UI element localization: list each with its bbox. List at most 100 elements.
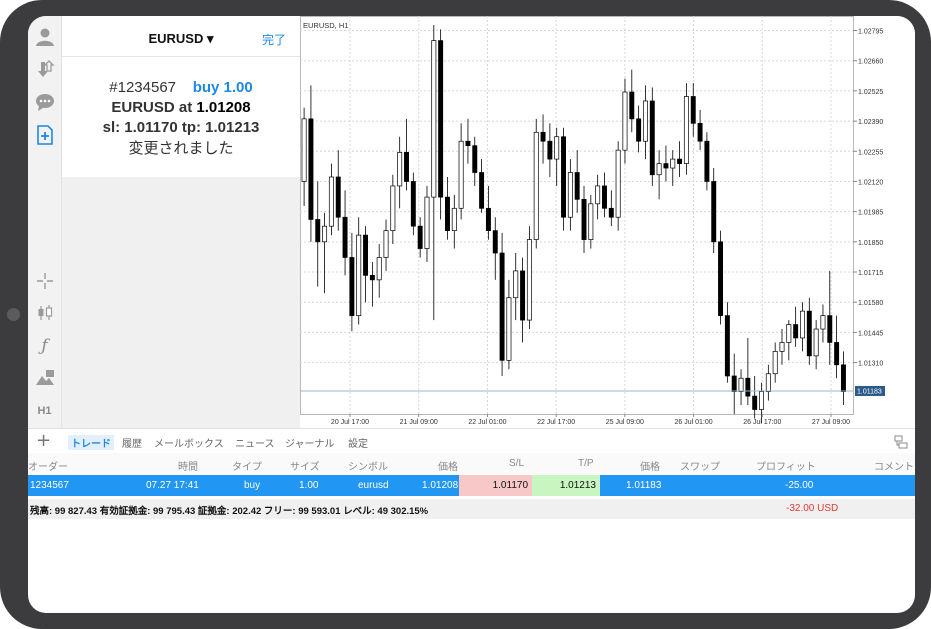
col-tp[interactable]: T/P bbox=[578, 458, 594, 469]
cell-sl: 1.01170 bbox=[459, 475, 532, 496]
candle-body bbox=[308, 118, 314, 220]
candle-body bbox=[683, 96, 689, 164]
candle-body bbox=[431, 40, 437, 198]
tab-history[interactable]: 履歴 bbox=[122, 435, 142, 450]
candle-body bbox=[595, 185, 601, 205]
account-icon[interactable] bbox=[32, 24, 57, 49]
sl-tp-line: sl: 1.01170 tp: 1.01213 bbox=[102, 119, 260, 136]
candle-body bbox=[636, 118, 642, 142]
x-tick-label: 20 Jul 17:00 bbox=[331, 419, 369, 426]
col-size[interactable]: サイズ bbox=[290, 458, 320, 473]
candle-body bbox=[840, 364, 846, 392]
done-button[interactable]: 完了 bbox=[262, 31, 286, 48]
candle-body bbox=[492, 230, 498, 254]
tablet-frame: ƒ H1 EURUSD ▾ 完了 #1234567 buy 1.00 EURUS… bbox=[0, 0, 931, 629]
candle-body bbox=[526, 239, 532, 321]
candle-body bbox=[677, 158, 683, 164]
col-comment[interactable]: コメント bbox=[874, 458, 914, 473]
candle-body bbox=[588, 203, 594, 240]
col-sl[interactable]: S/L bbox=[509, 458, 524, 469]
price-prefix: EURUSD at bbox=[111, 99, 193, 116]
candle-body bbox=[772, 351, 778, 375]
candle-body bbox=[465, 140, 471, 147]
tab-news[interactable]: ニュース bbox=[235, 435, 275, 450]
y-tick-label: 1.01715 bbox=[858, 270, 883, 277]
col-price[interactable]: 価格 bbox=[438, 458, 458, 473]
cell-size: 1.00 bbox=[299, 480, 319, 491]
current-price-label: 1.01183 bbox=[857, 388, 882, 395]
candle-body bbox=[451, 207, 457, 232]
cell-type: buy bbox=[244, 480, 261, 491]
candle-body bbox=[622, 91, 628, 151]
candle-body bbox=[404, 152, 409, 182]
candle-body bbox=[711, 181, 717, 243]
col-time[interactable]: 時間 bbox=[178, 458, 198, 473]
candle-body bbox=[786, 324, 792, 343]
candle-body bbox=[547, 140, 553, 160]
col-swap[interactable]: スワップ bbox=[680, 458, 720, 473]
cell-profit: -25.00 bbox=[785, 480, 814, 491]
trade-arrows-icon[interactable] bbox=[32, 56, 57, 81]
candle-body bbox=[554, 136, 560, 160]
terminal-tabs: + トレード 履歴 メールボックス ニュース ジャーナル 設定 bbox=[28, 428, 915, 453]
tablet-camera bbox=[7, 308, 20, 321]
candle-body bbox=[445, 196, 450, 232]
account-summary: 残高: 99 827.43 有効証拠金: 99 795.43 証拠金: 202.… bbox=[28, 499, 915, 519]
cell-time: 07.27 17:41 bbox=[146, 480, 199, 491]
candle-body bbox=[656, 163, 662, 176]
candle-body bbox=[820, 315, 826, 330]
y-tick-label: 1.02795 bbox=[858, 29, 883, 36]
x-tick-label: 21 Jul 09:00 bbox=[400, 419, 438, 426]
timeframe-button[interactable]: H1 bbox=[32, 398, 57, 423]
x-tick-label: 25 Jul 09:00 bbox=[606, 419, 644, 426]
y-tick-label: 1.02255 bbox=[858, 149, 883, 156]
col-type[interactable]: タイプ bbox=[232, 458, 262, 473]
new-order-icon[interactable] bbox=[32, 122, 57, 147]
col-profit[interactable]: プロフィット bbox=[756, 458, 816, 473]
x-tick-label: 22 Jul 17:00 bbox=[537, 419, 575, 426]
indicators-icon[interactable]: ƒ bbox=[32, 333, 57, 358]
candle-body bbox=[649, 100, 655, 176]
col-order[interactable]: オーダー bbox=[28, 458, 68, 473]
candle-body bbox=[383, 230, 389, 258]
candlestick-icon[interactable] bbox=[32, 300, 57, 325]
price-chart[interactable]: 1.02795 1.02660 1.02525 1.02390 1.02255 1.021… bbox=[300, 16, 915, 428]
candle-body bbox=[779, 342, 785, 352]
order-price-line: EURUSD at 1.01208 bbox=[62, 99, 300, 116]
candle-body bbox=[520, 270, 526, 321]
order-result: EURUSD ▾ 完了 #1234567 buy 1.00 EURUSD at … bbox=[62, 16, 300, 177]
candle-body bbox=[738, 377, 744, 392]
candle-body bbox=[793, 324, 799, 339]
y-tick-label: 1.01850 bbox=[858, 240, 883, 247]
candle-body bbox=[328, 176, 334, 227]
candle-body bbox=[349, 257, 355, 316]
left-toolbar: ƒ H1 bbox=[28, 16, 62, 428]
candle-body bbox=[745, 377, 751, 397]
candle-body bbox=[499, 252, 505, 361]
tab-mailbox[interactable]: メールボックス bbox=[154, 435, 224, 450]
candle-body bbox=[410, 181, 416, 227]
candle-body bbox=[813, 328, 819, 357]
tab-trade[interactable]: トレード bbox=[68, 435, 114, 450]
x-tick-label: 27 Jul 09:00 bbox=[812, 419, 850, 426]
tab-settings[interactable]: 設定 bbox=[348, 435, 368, 450]
objects-icon[interactable] bbox=[32, 365, 57, 390]
tab-journal[interactable]: ジャーナル bbox=[285, 435, 335, 450]
col-current-price[interactable]: 価格 bbox=[640, 458, 660, 473]
candle-body bbox=[342, 216, 348, 258]
candle-body bbox=[390, 185, 396, 232]
candle-body bbox=[629, 91, 635, 120]
y-tick-label: 1.01985 bbox=[858, 210, 883, 217]
candle-body bbox=[479, 172, 485, 209]
candle-body bbox=[663, 163, 669, 169]
crosshair-icon[interactable] bbox=[32, 268, 57, 293]
candle-body bbox=[608, 207, 614, 218]
chat-icon[interactable] bbox=[32, 89, 57, 114]
table-row[interactable]: 1234567 07.27 17:41 buy 1.00 eurusd 1.01… bbox=[28, 475, 915, 496]
candle-body bbox=[561, 136, 566, 218]
add-icon[interactable]: + bbox=[36, 430, 51, 451]
layout-icon[interactable] bbox=[894, 434, 908, 453]
candle-body bbox=[574, 172, 580, 200]
candle-body bbox=[615, 149, 621, 218]
col-symbol[interactable]: シンボル bbox=[348, 458, 388, 473]
